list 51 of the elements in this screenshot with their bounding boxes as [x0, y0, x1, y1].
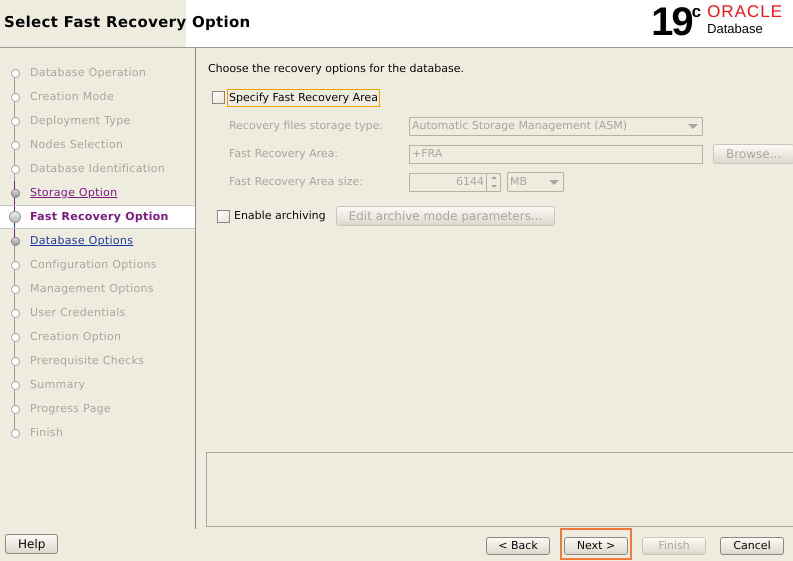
- step-indicator-icon: [10, 116, 20, 126]
- field-label: Fast Recovery Area size:: [229, 174, 364, 190]
- step-label: Management Options: [30, 280, 154, 297]
- step-indicator-icon: [10, 356, 20, 366]
- step-label: User Credentials: [30, 304, 126, 321]
- step-label: Database Operation: [30, 64, 146, 81]
- logo-version: 19: [651, 3, 692, 41]
- logo-brand: ORACLE: [707, 3, 783, 21]
- step-indicator-icon: [10, 308, 20, 318]
- step-indicator-icon: [10, 380, 20, 390]
- help-button[interactable]: Help: [5, 534, 58, 554]
- page-title: Select Fast Recovery Option: [4, 12, 251, 33]
- step-label: Configuration Options: [30, 256, 157, 273]
- checkbox[interactable]: [212, 91, 225, 104]
- logo-product: Database: [707, 21, 764, 37]
- step-label: Finish: [30, 424, 64, 441]
- dropdown-caret-icon: [549, 180, 559, 184]
- dropdown-caret-icon: [688, 124, 698, 129]
- step-label[interactable]: Database Options: [30, 232, 134, 250]
- nav-button[interactable]: Cancel: [720, 537, 784, 555]
- step-indicator-icon: [10, 68, 20, 78]
- step-label: Creation Option: [30, 328, 122, 345]
- checkbox-label[interactable]: Enable archiving: [234, 208, 326, 224]
- checkbox[interactable]: [217, 210, 230, 222]
- field-label: Fast Recovery Area:: [229, 146, 340, 162]
- step-label: Prerequisite Checks: [30, 352, 144, 369]
- step-indicator-icon: [10, 188, 20, 198]
- step-indicator-icon: [10, 92, 20, 102]
- step-label: Nodes Selection: [30, 136, 124, 153]
- step-indicator-icon: [10, 164, 20, 174]
- step-indicator-icon: [10, 332, 20, 342]
- step-indicator-icon: [10, 404, 20, 414]
- step-indicator-icon: [9, 211, 21, 223]
- step-label: Deployment Type: [30, 112, 131, 129]
- step-indicator-icon: [10, 236, 20, 246]
- step-label: Creation Mode: [30, 88, 114, 105]
- step-indicator-icon: [10, 260, 20, 270]
- step-label: Progress Page: [30, 400, 111, 417]
- nav-button[interactable]: < Back: [486, 537, 550, 555]
- step-indicator-icon: [10, 140, 20, 150]
- field-label: Recovery files storage type:: [229, 118, 384, 134]
- step-label[interactable]: Fast Recovery Option: [30, 208, 169, 226]
- step-label[interactable]: Storage Option: [30, 184, 118, 202]
- logo-superscript: c: [692, 3, 702, 21]
- step-label: Summary: [30, 376, 86, 393]
- step-indicator-icon: [10, 284, 20, 294]
- nav-button[interactable]: Next >: [564, 537, 628, 555]
- intro-text: Choose the recovery options for the database.: [208, 61, 465, 77]
- step-label: Database Identification: [30, 160, 166, 177]
- step-indicator-icon: [10, 428, 20, 438]
- checkbox-label[interactable]: Specify Fast Recovery Area: [227, 88, 380, 107]
